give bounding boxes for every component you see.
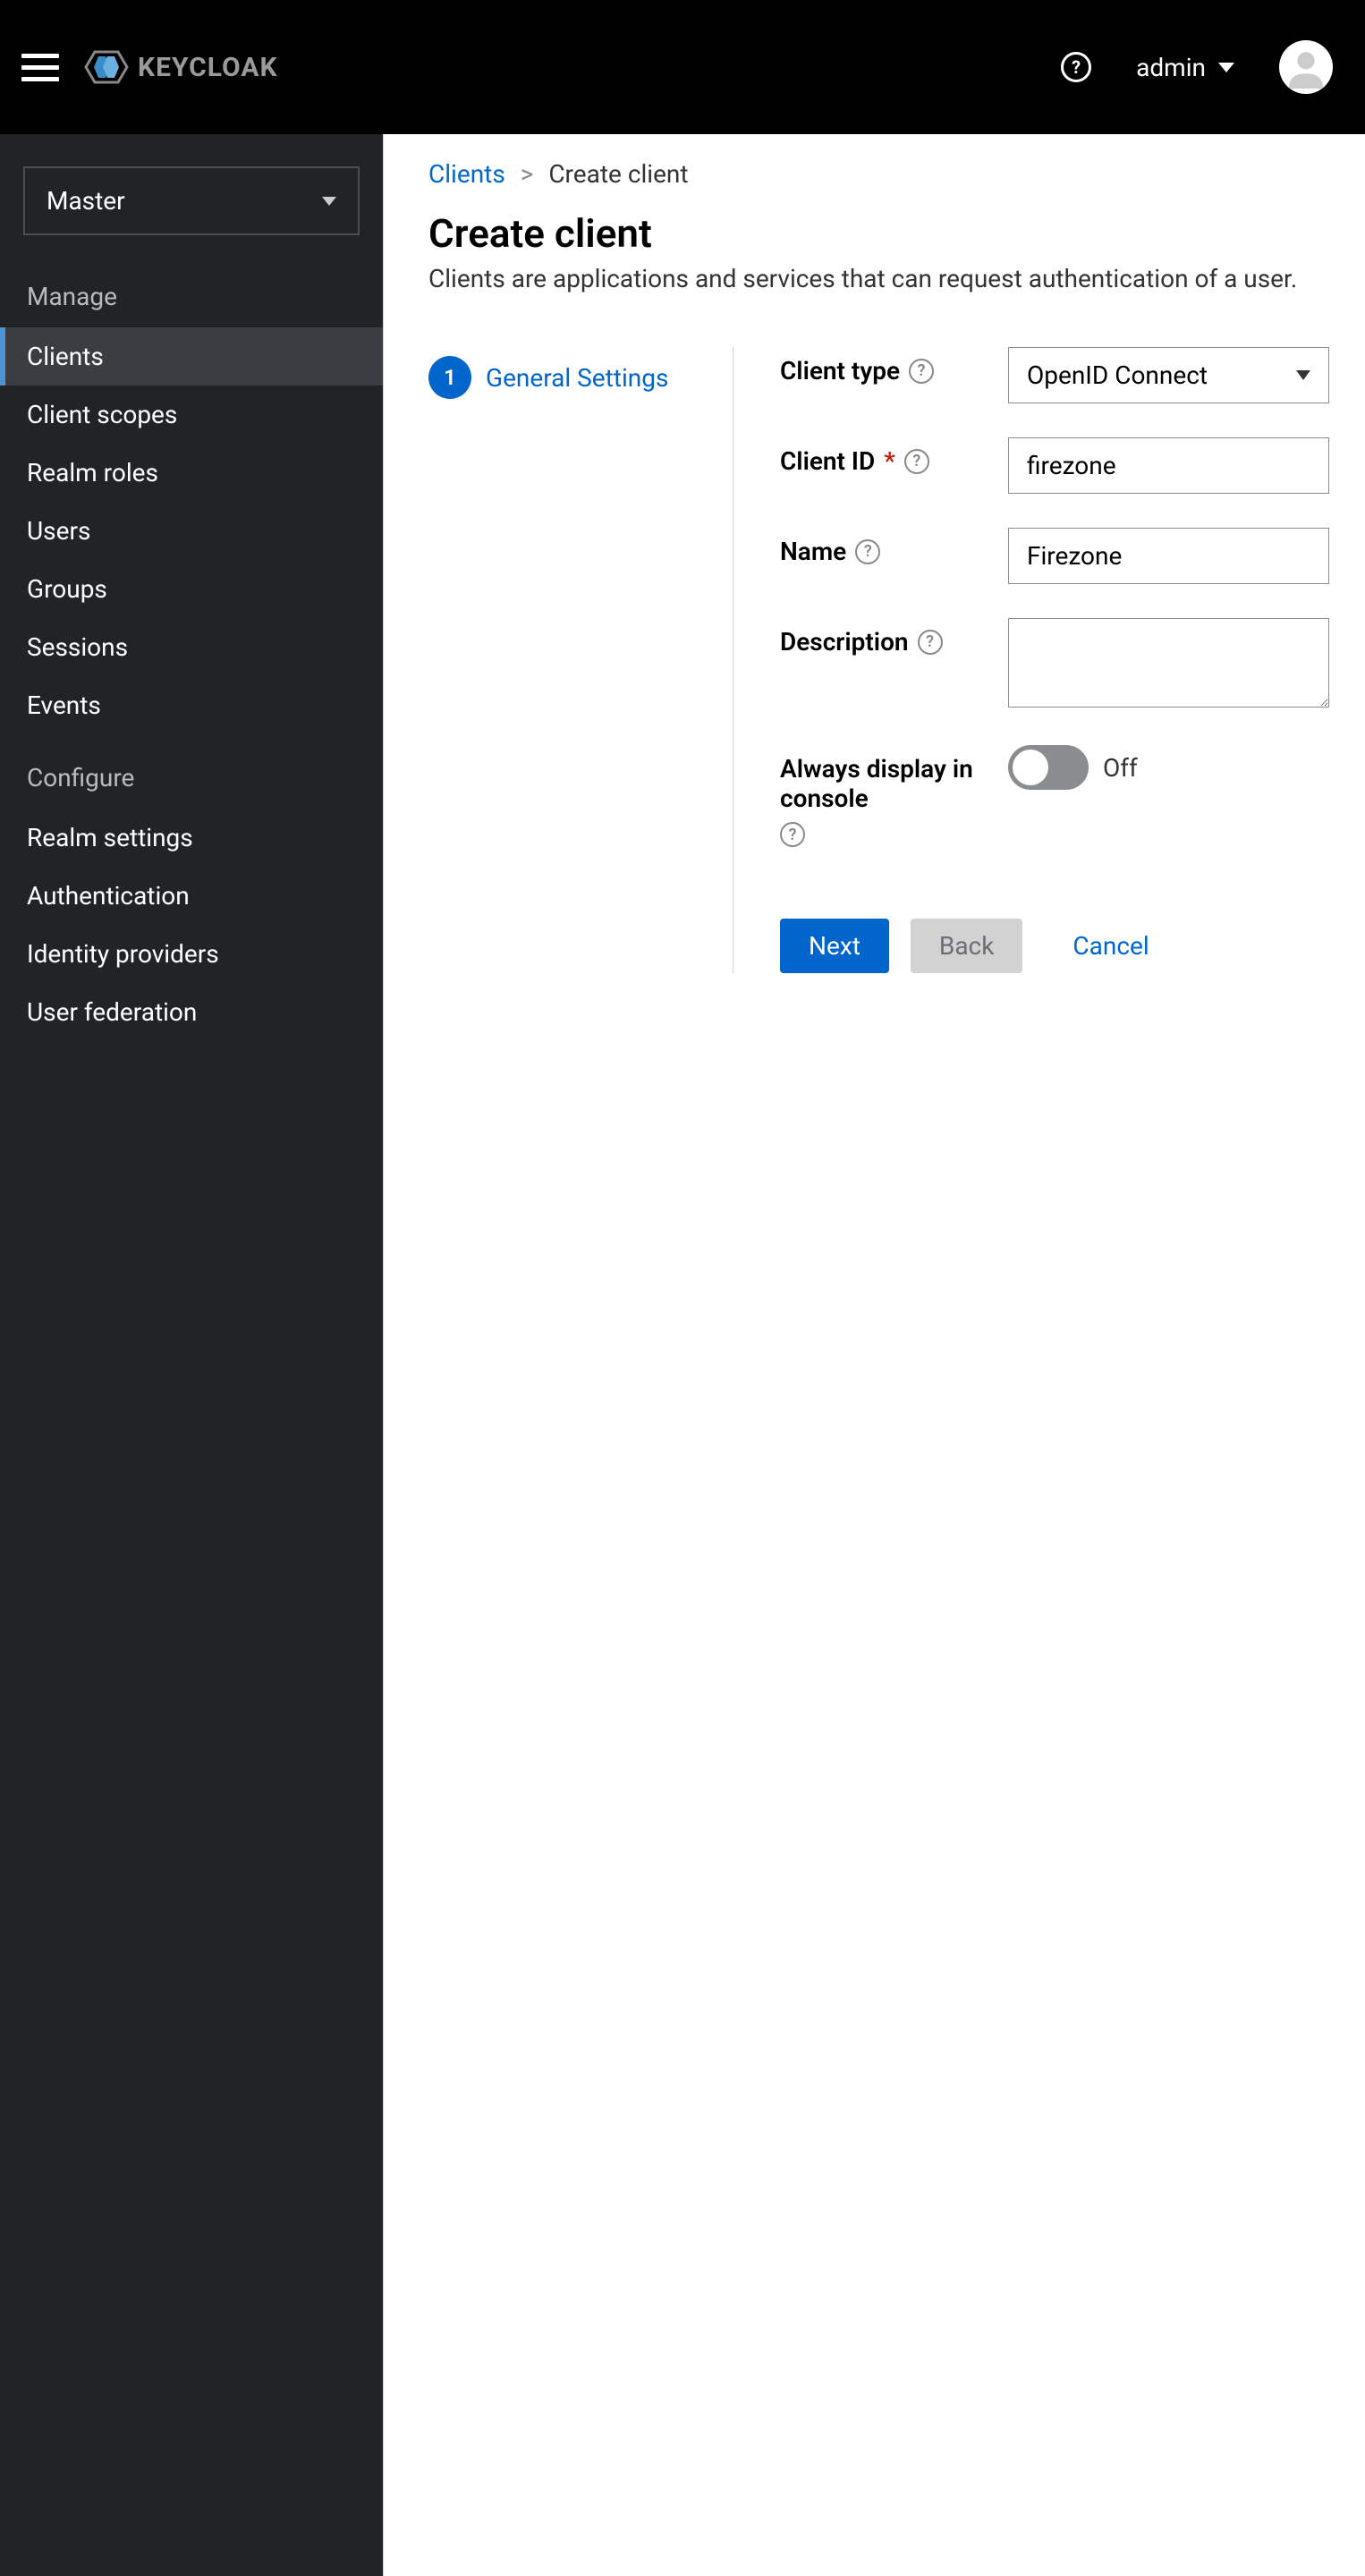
user-name: admin (1136, 53, 1206, 82)
textarea-description[interactable] (1008, 618, 1329, 708)
label-description: Description ? (780, 618, 981, 657)
step-number-badge: 1 (428, 356, 471, 399)
caret-down-icon (1296, 370, 1310, 380)
page-subtitle: Clients are applications and services th… (428, 264, 1329, 293)
sidebar-item-realm-roles[interactable]: Realm roles (0, 444, 383, 502)
header-left: KEYCLOAK (21, 45, 278, 89)
header-right: ? admin (1061, 40, 1333, 94)
sidebar: Master Manage Clients Client scopes Real… (0, 134, 383, 2576)
breadcrumb-link-clients[interactable]: Clients (428, 159, 505, 189)
select-client-type-value: OpenID Connect (1027, 360, 1208, 390)
help-icon[interactable]: ? (918, 630, 943, 655)
sidebar-item-authentication[interactable]: Authentication (0, 867, 383, 925)
label-always-display: Always display in console ? (780, 745, 981, 847)
toggle-knob (1013, 750, 1048, 785)
breadcrumb: Clients > Create client (428, 159, 1329, 189)
sidebar-item-events[interactable]: Events (0, 676, 383, 734)
form-group-always-display: Always display in console ? Off (780, 745, 1329, 847)
caret-down-icon (322, 197, 336, 206)
input-client-id[interactable] (1008, 437, 1329, 494)
sidebar-item-groups[interactable]: Groups (0, 560, 383, 618)
sidebar-item-realm-settings[interactable]: Realm settings (0, 809, 383, 867)
toggle-label-always-display: Off (1103, 753, 1138, 783)
nav-section-manage-title: Manage (0, 253, 383, 327)
help-icon[interactable]: ? (909, 359, 934, 384)
wizard-nav: 1 General Settings (428, 347, 697, 973)
toggle-always-display[interactable] (1008, 745, 1089, 790)
label-description-text: Description (780, 627, 909, 657)
content-area: Clients > Create client Create client Cl… (383, 134, 1365, 2576)
label-always-display-text: Always display in console (780, 754, 981, 813)
label-client-type: Client type ? (780, 347, 981, 386)
input-name[interactable] (1008, 528, 1329, 584)
realm-selector-value: Master (47, 186, 125, 216)
cancel-button[interactable]: Cancel (1044, 919, 1177, 973)
next-button[interactable]: Next (780, 919, 889, 973)
select-client-type[interactable]: OpenID Connect (1008, 347, 1329, 403)
help-icon[interactable]: ? (780, 822, 805, 847)
sidebar-item-clients[interactable]: Clients (0, 327, 383, 386)
label-client-id-text: Client ID (780, 446, 875, 476)
sidebar-item-identity-providers[interactable]: Identity providers (0, 925, 383, 983)
avatar[interactable] (1279, 40, 1333, 94)
help-icon[interactable]: ? (855, 539, 880, 564)
label-name-text: Name (780, 537, 846, 566)
breadcrumb-current: Create client (548, 159, 688, 189)
keycloak-logo-icon (84, 45, 129, 89)
label-client-id: Client ID * ? (780, 437, 981, 476)
step-label: General Settings (486, 363, 668, 393)
realm-selector[interactable]: Master (23, 166, 360, 235)
page-title: Create client (428, 210, 1329, 257)
nav-section-configure-title: Configure (0, 734, 383, 809)
caret-down-icon (1218, 63, 1234, 72)
form-group-client-type: Client type ? OpenID Connect (780, 347, 1329, 403)
help-icon[interactable]: ? (904, 449, 929, 474)
main-layout: Master Manage Clients Client scopes Real… (0, 134, 1365, 2576)
label-name: Name ? (780, 528, 981, 566)
app-header: KEYCLOAK ? admin (0, 0, 1365, 134)
wizard-content: Client type ? OpenID Connect (733, 347, 1329, 973)
toggle-wrapper-always-display: Off (1008, 745, 1329, 790)
sidebar-item-user-federation[interactable]: User federation (0, 983, 383, 1041)
hamburger-menu-icon[interactable] (21, 54, 59, 81)
form-group-name: Name ? (780, 528, 1329, 584)
back-button[interactable]: Back (911, 919, 1023, 973)
breadcrumb-separator: > (521, 159, 534, 189)
wizard-step-general-settings[interactable]: 1 General Settings (428, 347, 697, 408)
sidebar-item-users[interactable]: Users (0, 502, 383, 560)
sidebar-item-sessions[interactable]: Sessions (0, 618, 383, 676)
form-group-description: Description ? (780, 618, 1329, 711)
logo[interactable]: KEYCLOAK (84, 45, 278, 89)
form-group-client-id: Client ID * ? (780, 437, 1329, 494)
user-menu[interactable]: admin (1136, 53, 1234, 82)
wizard: 1 General Settings Client type ? (428, 347, 1329, 973)
wizard-footer: Next Back Cancel (780, 919, 1329, 973)
help-icon[interactable]: ? (1061, 52, 1091, 82)
logo-text: KEYCLOAK (138, 52, 278, 83)
sidebar-item-client-scopes[interactable]: Client scopes (0, 386, 383, 444)
label-client-type-text: Client type (780, 356, 900, 386)
required-indicator: * (884, 446, 895, 476)
avatar-icon (1284, 46, 1327, 89)
